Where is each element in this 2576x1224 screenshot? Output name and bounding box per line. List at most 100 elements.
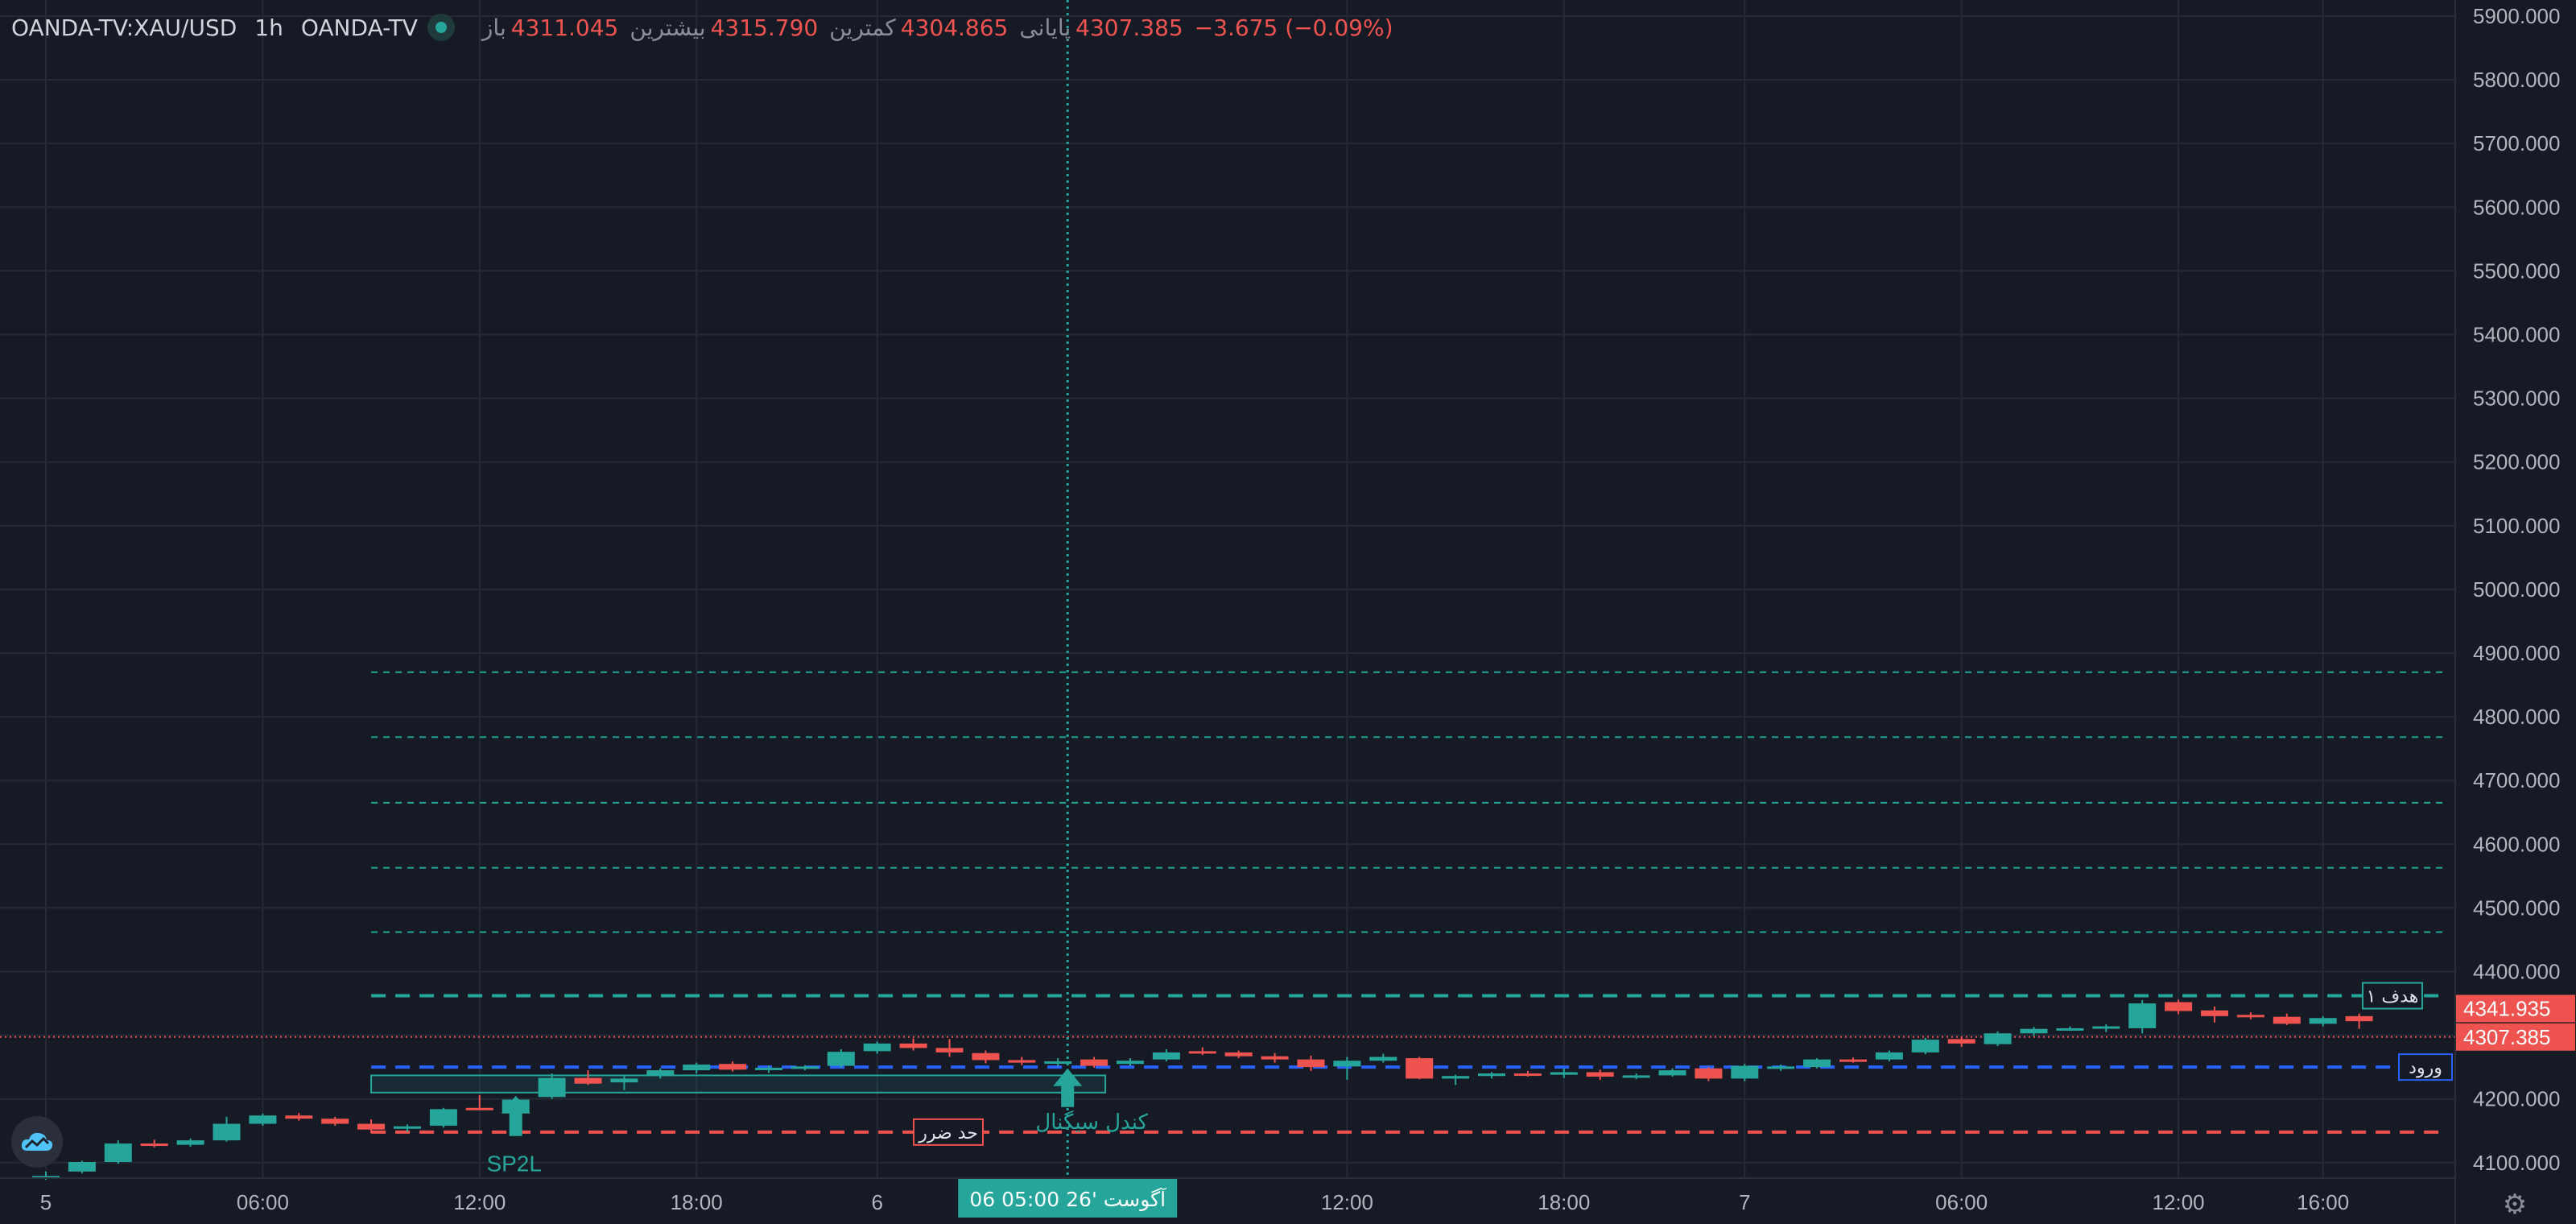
time-tick-label: 5 — [40, 1190, 52, 1214]
candle-down[interactable] — [2345, 1015, 2373, 1022]
time-tick-label: 06:00 — [237, 1190, 289, 1214]
candle-down[interactable] — [1008, 1060, 1036, 1063]
candle-down[interactable] — [1261, 1056, 1289, 1060]
time-tick-label: 12:00 — [453, 1190, 506, 1214]
candle-up[interactable] — [429, 1109, 457, 1126]
symbol-name[interactable]: OANDA-TV:XAU/USD — [11, 14, 237, 41]
candle-down[interactable] — [935, 1048, 964, 1052]
price-tick-label: 5800.000 — [2473, 68, 2560, 92]
candle-up[interactable] — [176, 1140, 204, 1145]
candle-down[interactable] — [972, 1052, 1000, 1061]
candle-up[interactable] — [213, 1123, 241, 1141]
candle-up[interactable] — [791, 1066, 819, 1069]
signal-zone-box[interactable] — [370, 1074, 1107, 1094]
price-chart[interactable]: کندل سیگنالSP2Lحد ضررهدف ۱ورود 5900.0005… — [0, 0, 2576, 1224]
time-tick-label: 16:00 — [2297, 1190, 2349, 1214]
source-label: OANDA-TV — [300, 14, 418, 41]
candle-down[interactable] — [1695, 1068, 1723, 1079]
candle-up[interactable] — [1152, 1052, 1180, 1060]
price-tick-label: 5400.000 — [2473, 323, 2560, 347]
change-value: −3.675 (−0.09%) — [1194, 14, 1393, 41]
candle-down[interactable] — [574, 1077, 602, 1084]
candle-up[interactable] — [68, 1162, 96, 1172]
candle-up[interactable] — [683, 1064, 711, 1071]
time-tick-label: 12:00 — [2153, 1190, 2205, 1214]
candle-up[interactable] — [1767, 1066, 1795, 1069]
candle-up[interactable] — [538, 1077, 566, 1098]
price-tick-label: 4900.000 — [2473, 641, 2560, 665]
open-value: 4311.045 — [510, 14, 619, 41]
candle-down[interactable] — [1406, 1058, 1434, 1079]
low-value: 4304.865 — [900, 14, 1009, 41]
candle-up[interactable] — [2092, 1026, 2120, 1029]
candle-down[interactable] — [285, 1115, 313, 1119]
sp2l-label: SP2L — [486, 1152, 542, 1176]
crosshair-time-label: 06 آگوست '26 05:00 — [969, 1187, 1166, 1211]
price-tick-label: 4700.000 — [2473, 768, 2560, 792]
time-tick-label: 18:00 — [1538, 1190, 1590, 1214]
time-tick-label: 06:00 — [1935, 1190, 1988, 1214]
candle-down[interactable] — [1839, 1059, 1867, 1062]
time-tick-label: 6 — [871, 1190, 882, 1214]
candle-down[interactable] — [2201, 1010, 2228, 1016]
candle-up[interactable] — [1550, 1072, 1578, 1075]
price-tick-label: 4800.000 — [2473, 705, 2560, 729]
candle-up[interactable] — [249, 1115, 277, 1124]
candle-down[interactable] — [1513, 1073, 1542, 1077]
candle-up[interactable] — [1911, 1040, 1939, 1052]
candle-down[interactable] — [1947, 1039, 1975, 1044]
interval-label[interactable]: 1h — [254, 14, 283, 41]
candle-up[interactable] — [1803, 1059, 1831, 1068]
candle-up[interactable] — [1117, 1061, 1144, 1065]
candle-down[interactable] — [465, 1107, 493, 1110]
candle-down[interactable] — [1224, 1052, 1253, 1057]
candle-down[interactable] — [2165, 1002, 2193, 1011]
candle-down[interactable] — [357, 1123, 386, 1130]
candle-down[interactable] — [1188, 1051, 1216, 1054]
price-tick-label: 4400.000 — [2473, 960, 2560, 984]
price-tick-label: 5700.000 — [2473, 131, 2560, 155]
grid — [0, 0, 2455, 1178]
candle-up[interactable] — [1333, 1061, 1361, 1067]
candle-up[interactable] — [1369, 1057, 1397, 1061]
candle-up[interactable] — [755, 1067, 782, 1070]
candle-down[interactable] — [899, 1043, 927, 1048]
cloud-icon — [21, 1132, 53, 1151]
candle-up[interactable] — [2128, 1003, 2157, 1028]
candle-up[interactable] — [2056, 1028, 2084, 1031]
candle-down[interactable] — [2236, 1015, 2264, 1018]
settings-gear-icon[interactable]: ⚙ — [2499, 1189, 2531, 1221]
candle-up[interactable] — [610, 1078, 638, 1083]
candle-up[interactable] — [1622, 1075, 1650, 1078]
price-tick-label: 4200.000 — [2473, 1087, 2560, 1111]
candle-up[interactable] — [1875, 1052, 1903, 1060]
cloud-logo-icon[interactable] — [11, 1116, 63, 1168]
candle-down[interactable] — [719, 1064, 747, 1070]
candle-up[interactable] — [394, 1126, 421, 1129]
candle-up[interactable] — [1984, 1033, 2012, 1044]
candle-up[interactable] — [2309, 1018, 2337, 1024]
candle-down[interactable] — [140, 1143, 168, 1147]
candle-up[interactable] — [1442, 1076, 1470, 1079]
candle-up[interactable] — [1658, 1070, 1686, 1076]
candle-up[interactable] — [827, 1052, 855, 1066]
candle-up[interactable] — [863, 1043, 891, 1052]
price-tick-label: 4600.000 — [2473, 832, 2560, 856]
candle-up[interactable] — [1478, 1073, 1505, 1077]
candle-up[interactable] — [104, 1143, 132, 1163]
price-tick-label: 5300.000 — [2473, 387, 2560, 411]
candle-down[interactable] — [1297, 1059, 1325, 1068]
candle-up[interactable] — [646, 1070, 675, 1077]
candle-down[interactable] — [321, 1119, 349, 1124]
symbol-header: OANDA-TV:XAU/USD 1h OANDA-TV باز 4311.04… — [11, 10, 1393, 45]
market-status-icon — [427, 14, 455, 41]
candle-down[interactable] — [1586, 1072, 1614, 1077]
candle-up[interactable] — [2020, 1028, 2048, 1034]
level-lines — [0, 671, 2455, 1134]
high-label: بیشترین — [630, 14, 706, 41]
time-tick-label: 12:00 — [1321, 1190, 1373, 1214]
candle-down[interactable] — [1080, 1059, 1108, 1066]
candle-up[interactable] — [1731, 1065, 1759, 1079]
candle-down[interactable] — [2273, 1016, 2301, 1024]
price-tag-upper: 4341.935 — [2463, 996, 2550, 1020]
